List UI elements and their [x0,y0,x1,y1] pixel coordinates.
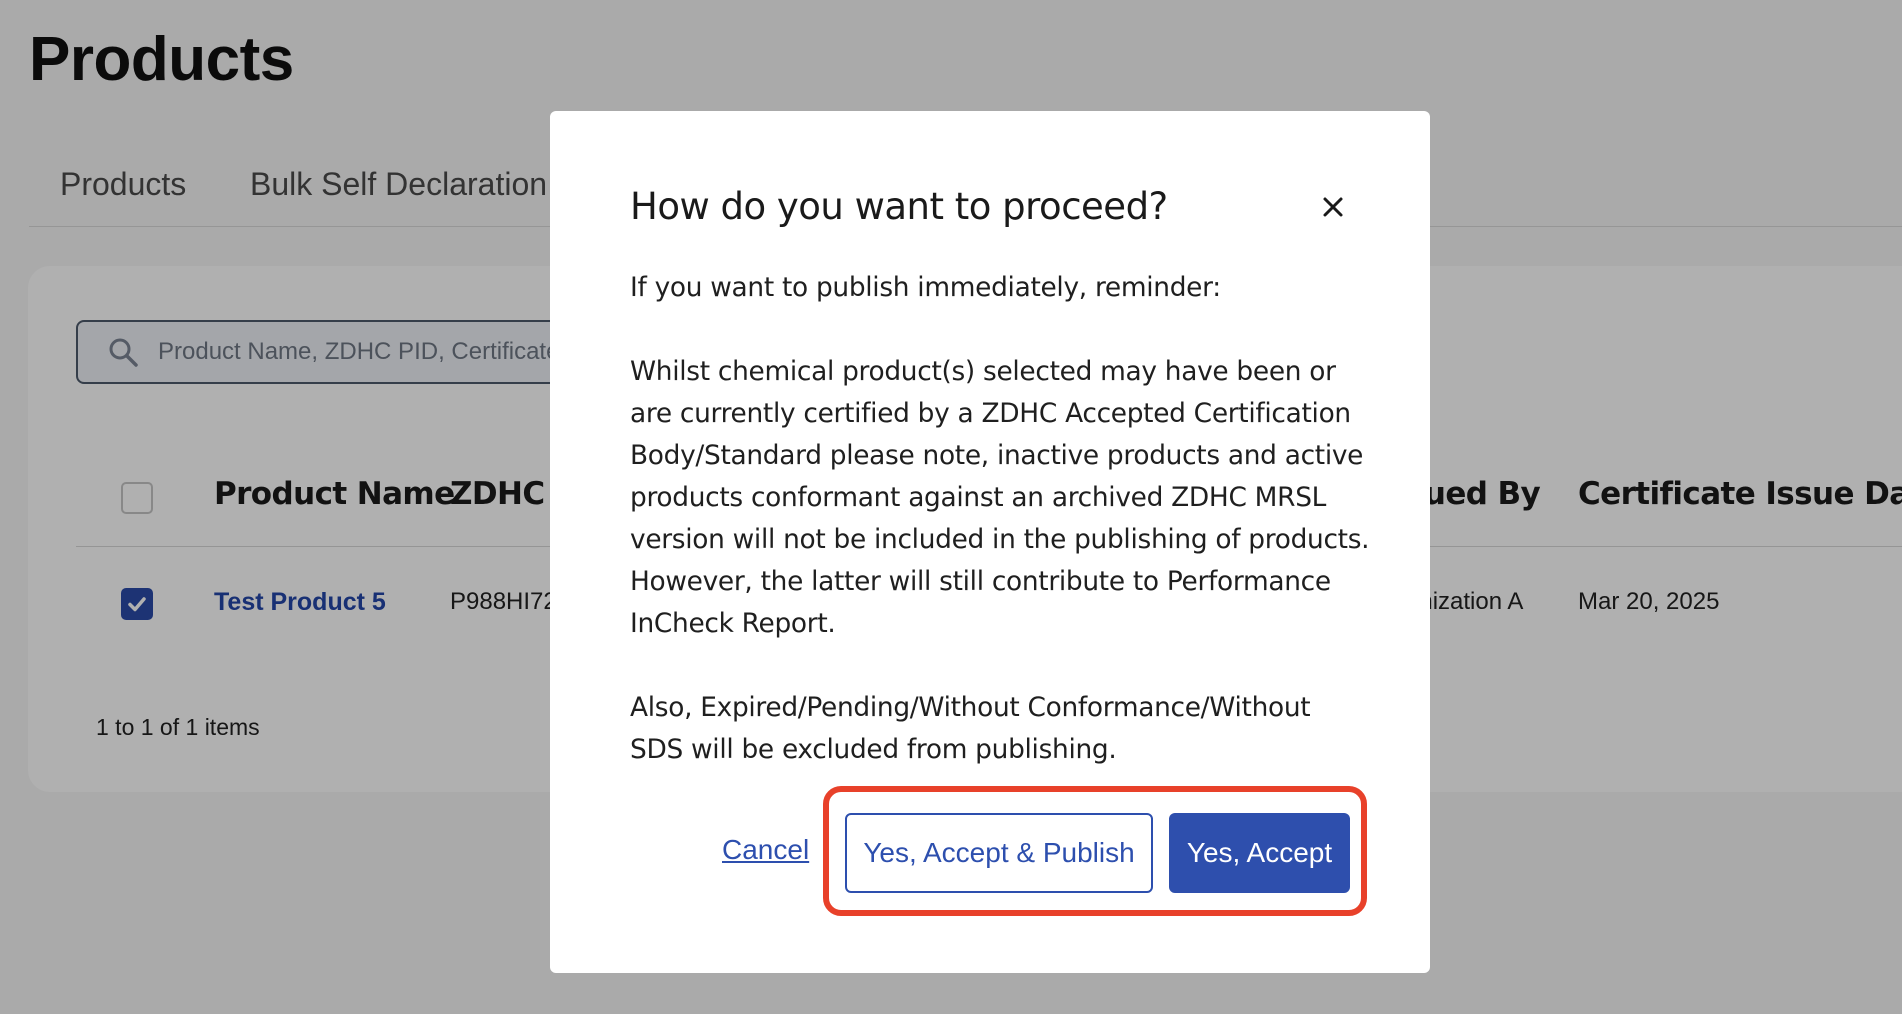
modal-paragraph: Whilst chemical product(s) selected may … [630,356,1370,639]
close-icon [1323,197,1343,217]
modal-body: If you want to publish immediately, remi… [630,267,1370,771]
cancel-button[interactable]: Cancel [722,834,809,866]
confirm-modal: How do you want to proceed? If you want … [550,111,1430,973]
accept-and-publish-button[interactable]: Yes, Accept & Publish [845,813,1153,893]
modal-paragraph: Also, Expired/Pending/Without Conformanc… [630,692,1311,765]
modal-title: How do you want to proceed? [630,185,1168,228]
close-button[interactable] [1317,191,1349,223]
modal-paragraph: If you want to publish immediately, remi… [630,272,1221,303]
accept-button[interactable]: Yes, Accept [1169,813,1350,893]
